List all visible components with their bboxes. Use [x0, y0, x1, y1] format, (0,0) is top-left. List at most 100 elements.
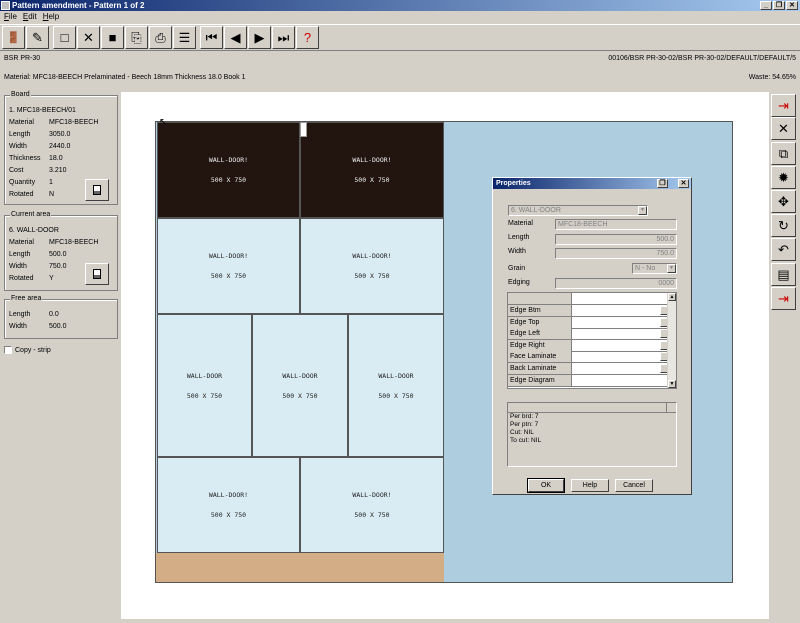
grid-row[interactable]: Edge Left [508, 328, 668, 341]
free-row-length: Length 0.0 [9, 311, 109, 321]
grid-row[interactable]: Edge Right [508, 339, 668, 352]
document-tool-button[interactable]: ▤ [771, 263, 796, 286]
width-label: Width [508, 248, 526, 255]
part-dimensions: 500 X 750 [354, 272, 390, 280]
field-label: Width [9, 323, 27, 330]
current-area-details-button[interactable] [85, 263, 109, 285]
chevron-down-icon[interactable]: ▼ [638, 206, 647, 215]
window-title: Pattern amendment - Pattern 1 of 2 [12, 1, 145, 10]
duplicate-tool-button[interactable]: ⧉ [771, 142, 796, 165]
pattern-part[interactable]: WALL-DOOR! 500 X 750 [157, 457, 300, 553]
document-icon [93, 269, 101, 279]
help-button[interactable]: ? [296, 26, 319, 49]
field-value: 1 [49, 179, 53, 186]
length-field[interactable]: 500.0 [555, 234, 677, 245]
part-label: WALL-DOOR [378, 371, 414, 380]
part-dimensions: 500 X 750 [354, 511, 390, 519]
delete-icon: ✕ [83, 29, 94, 45]
delete-button[interactable]: ✕ [77, 26, 100, 49]
next-icon: ▶ [254, 29, 265, 45]
pattern-part[interactable]: WALL-DOOR 500 X 750 [252, 314, 348, 457]
stat-per-pattern: Per ptn: 7 [510, 421, 539, 428]
part-label: WALL-DOOR! [208, 491, 249, 499]
waste-percentage: Waste: 54.65% [748, 74, 796, 81]
close-icon: ✕ [778, 120, 789, 136]
app-icon [1, 1, 10, 10]
field-label: Material [9, 119, 34, 126]
grain-label: Grain [508, 265, 526, 272]
waste-strip[interactable] [156, 553, 444, 582]
grid-scrollbar[interactable]: ▲ ▼ [667, 293, 676, 388]
board-details-button[interactable] [85, 179, 109, 201]
insert-tool-button[interactable]: ⇥ [771, 94, 796, 117]
saw-blade-tool-button[interactable]: ✹ [771, 166, 796, 189]
part-label: WALL-DOOR! [208, 252, 249, 260]
first-button[interactable]: ⏮ [200, 26, 223, 49]
pattern-part[interactable]: WALL-DOOR! 500 X 750 [300, 457, 444, 553]
grid-row[interactable]: Face Laminate [508, 351, 668, 364]
material-field[interactable]: MFC18-BEECH [555, 219, 677, 230]
grid-row-label: Edge Right [508, 339, 572, 351]
ok-button[interactable]: OK [527, 478, 565, 493]
grid-row[interactable]: Edge Top [508, 316, 668, 329]
grid-row[interactable]: Edge Diagram [508, 374, 668, 387]
edging-field[interactable]: 0000 [555, 278, 677, 289]
last-button[interactable]: ⏭ [272, 26, 295, 49]
field-label: Width [9, 263, 27, 270]
restore-button[interactable]: ❐ [773, 1, 785, 10]
close-tool-button[interactable]: ✕ [771, 117, 796, 140]
print-button[interactable]: ⎙ [149, 26, 172, 49]
pattern-part[interactable]: WALL-DOOR! 500 X 750 [157, 218, 300, 314]
part-dimensions: 500 X 750 [210, 511, 247, 519]
export-tool-button[interactable]: ⇥ [771, 287, 796, 310]
field-value: MFC18-BEECH [49, 119, 99, 126]
properties-close-button[interactable]: ✕ [678, 179, 689, 188]
copy-strip-option[interactable]: Copy - strip [4, 346, 51, 354]
help-button[interactable]: Help [571, 479, 609, 492]
field-value: 18.0 [49, 155, 63, 162]
next-button[interactable]: ▶ [248, 26, 271, 49]
width-field[interactable]: 750.0 [555, 248, 677, 259]
field-label: Cost [9, 167, 24, 174]
scroll-up-icon[interactable]: ▲ [668, 293, 676, 301]
part-select[interactable]: 6. WALL-DOOR ▼ [508, 205, 648, 216]
edit-button[interactable]: ✎ [26, 26, 49, 49]
select-all-button[interactable]: ■ [101, 26, 124, 49]
cancel-button[interactable]: Cancel [615, 479, 653, 492]
minimize-button[interactable]: _ [760, 1, 772, 10]
copy-strip-checkbox[interactable] [4, 346, 12, 354]
undo-tool-button[interactable]: ↶ [771, 238, 796, 261]
pattern-part[interactable]: WALL-DOOR 500 X 750 [157, 314, 252, 457]
pattern-part[interactable]: WALL-DOOR! 500 X 750 [157, 122, 300, 218]
part-label: WALL-DOOR! [208, 156, 249, 164]
copy-button[interactable]: ⎘ [125, 26, 148, 49]
free-area-title: Free area [10, 295, 43, 302]
exit-button[interactable]: 🚪 [2, 26, 25, 49]
new-button[interactable]: □ [53, 26, 76, 49]
board-row-thickness: Thickness 18.0 [9, 155, 109, 165]
pattern-part[interactable]: WALL-DOOR! 500 X 750 [300, 218, 444, 314]
rotate-tool-button[interactable]: ↻ [771, 214, 796, 237]
cut-statistics: Per brd: 7 Per ptn: 7 Cut: NIL To cut: N… [507, 402, 677, 467]
field-label: Length [9, 251, 31, 258]
pattern-part[interactable]: WALL-DOOR 500 X 750 [348, 314, 444, 457]
grid-row[interactable]: Back Laminate [508, 363, 668, 375]
menu-edit[interactable]: Edit [23, 11, 37, 23]
field-value: Y [49, 275, 54, 282]
current-area-name: 6. WALL-DOOR [9, 227, 59, 234]
pattern-part[interactable]: WALL-DOOR! 500 X 750 [300, 122, 444, 218]
chevron-down-icon[interactable]: ▼ [667, 264, 676, 273]
stat-cut: Cut: NIL [510, 429, 534, 436]
move-tool-button[interactable]: ✥ [771, 190, 796, 213]
list-button[interactable]: ☰ [173, 26, 196, 49]
close-button[interactable]: ✕ [786, 1, 798, 10]
board-row-cost: Cost 3.210 [9, 167, 109, 177]
properties-restore-button[interactable]: ❐ [657, 179, 668, 188]
menu-file[interactable]: File [4, 11, 17, 23]
previous-button[interactable]: ◀ [224, 26, 247, 49]
grid-row[interactable]: Edge Btm [508, 305, 668, 317]
undo-icon: ↶ [778, 241, 789, 257]
grain-select[interactable]: N - No ▼ [632, 263, 677, 274]
menu-help[interactable]: Help [43, 11, 59, 23]
scroll-down-icon[interactable]: ▼ [668, 380, 676, 388]
